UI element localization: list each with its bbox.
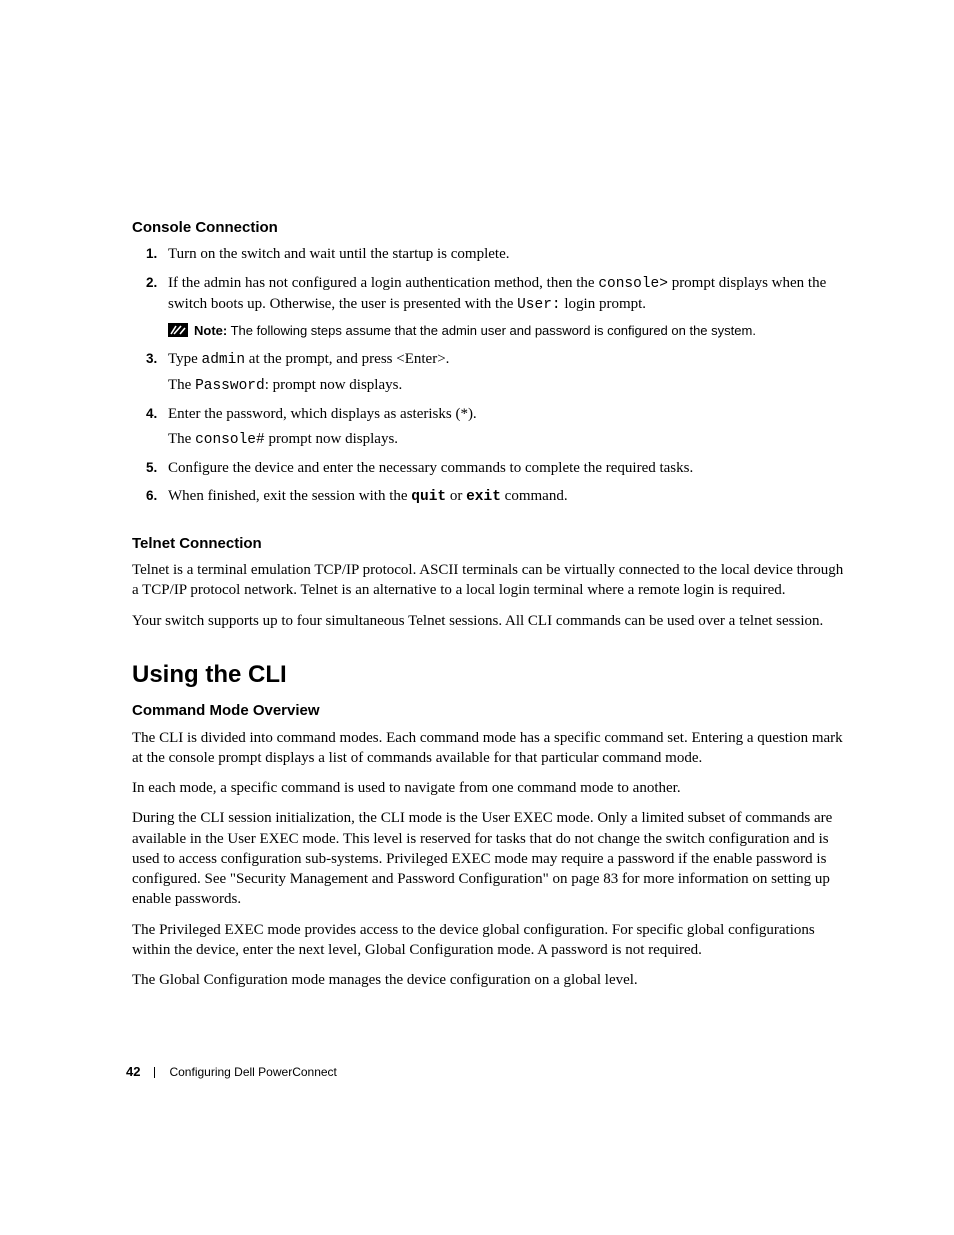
note-callout: Note: The following steps assume that th…	[168, 322, 844, 340]
steps-console: 1. Turn on the switch and wait until the…	[132, 244, 844, 512]
step-text: Type admin at the prompt, and press <Ent…	[168, 349, 844, 371]
page-number: 42	[126, 1063, 140, 1081]
inline-code: User:	[517, 297, 561, 313]
step-text: When finished, exit the session with the…	[168, 486, 844, 508]
paragraph: The Privileged EXEC mode provides access…	[132, 920, 844, 961]
paragraph: Telnet is a terminal emulation TCP/IP pr…	[132, 560, 844, 601]
heading-command-mode-overview: Command Mode Overview	[132, 701, 844, 721]
inline-code: Password	[195, 378, 265, 394]
step-number: 4.	[146, 404, 168, 454]
note-text: Note: The following steps assume that th…	[194, 322, 756, 340]
step-number: 6.	[146, 486, 168, 512]
paragraph: During the CLI session initialization, t…	[132, 808, 844, 909]
step-text: If the admin has not configured a login …	[168, 273, 844, 316]
step-number: 5.	[146, 458, 168, 482]
heading-using-the-cli: Using the CLI	[132, 659, 844, 691]
inline-code: console#	[195, 432, 265, 448]
paragraph: In each mode, a specific command is used…	[132, 778, 844, 798]
step-text: Turn on the switch and wait until the st…	[168, 244, 844, 264]
paragraph: The CLI is divided into command modes. E…	[132, 728, 844, 769]
paragraph: The Global Configuration mode manages th…	[132, 970, 844, 990]
step-text: The console# prompt now displays.	[168, 429, 844, 451]
heading-console-connection: Console Connection	[132, 218, 844, 238]
heading-telnet-connection: Telnet Connection	[132, 534, 844, 554]
paragraph: Your switch supports up to four simultan…	[132, 611, 844, 631]
page-footer: 42 Configuring Dell PowerConnect	[126, 1063, 337, 1081]
step-number: 3.	[146, 349, 168, 400]
step-text: Enter the password, which displays as as…	[168, 404, 844, 424]
step-number: 2.	[146, 273, 168, 346]
document-page: Console Connection 1. Turn on the switch…	[0, 0, 954, 1235]
inline-code: quit	[411, 489, 446, 505]
note-icon	[168, 323, 188, 337]
inline-code: admin	[202, 352, 246, 368]
footer-title: Configuring Dell PowerConnect	[169, 1064, 336, 1080]
step-number: 1.	[146, 244, 168, 268]
footer-divider	[154, 1067, 155, 1078]
step-text: Configure the device and enter the neces…	[168, 458, 844, 478]
inline-code: console>	[598, 276, 668, 292]
inline-code: exit	[466, 489, 501, 505]
step-text: The Password: prompt now displays.	[168, 375, 844, 397]
